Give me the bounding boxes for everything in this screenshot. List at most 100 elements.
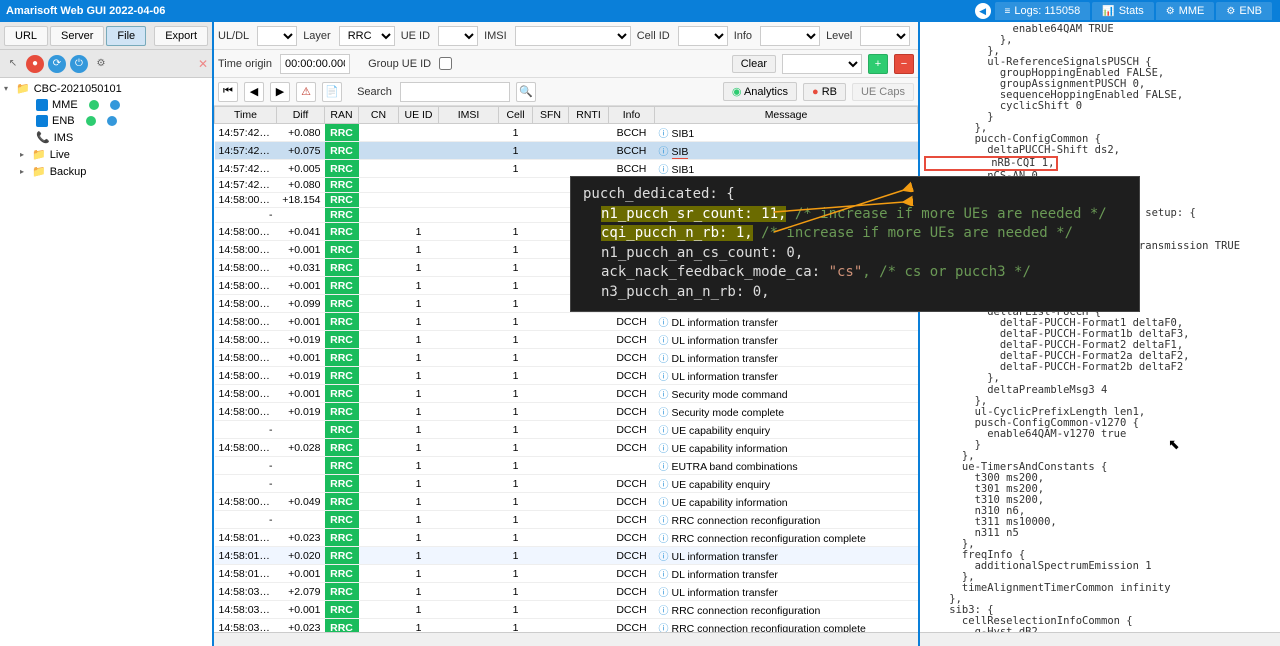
table-row[interactable]: 14:57:42.440+0.005RRC1BCCHⓘSIB1 [215, 160, 918, 178]
info-icon: ⓘ [659, 426, 669, 437]
table-row[interactable]: 14:58:00.907+0.019RRC11DCCHⓘSecurity mod… [215, 403, 918, 421]
search-label: Search [357, 86, 392, 98]
col-msg[interactable]: Message [655, 107, 918, 124]
tree-ims[interactable]: 📞IMS [0, 129, 212, 146]
record-icon[interactable]: ● [26, 55, 44, 73]
uecaps-button[interactable]: UE Caps [852, 83, 914, 101]
info-icon: ⓘ [659, 588, 669, 599]
message-detail[interactable]: enable64QAM TRUE }, }, ul-ReferenceSigna… [920, 22, 1280, 632]
table-row[interactable]: -RRC11DCCHⓘUE capability enquiry [215, 475, 918, 493]
right-panel: enable64QAM TRUE }, }, ul-ReferenceSigna… [920, 22, 1280, 646]
table-row[interactable]: -RRC11ⓘEUTRA band combinations [215, 457, 918, 475]
group-ueid-checkbox[interactable] [439, 57, 452, 70]
table-row[interactable]: 14:58:03.107+2.079RRC11DCCHⓘUL informati… [215, 583, 918, 601]
tab-enb[interactable]: ⚙ENB [1216, 2, 1272, 20]
imsi-select[interactable] [515, 26, 631, 46]
doc-icon[interactable]: 📄 [322, 82, 342, 102]
table-row[interactable]: 14:58:01.028+0.001RRC11DCCHⓘDL informati… [215, 565, 918, 583]
col-info[interactable]: Info [609, 107, 655, 124]
code-overlay: pucch_dedicated: { n1_pucch_sr_count: 11… [570, 176, 1140, 312]
folder-icon: 📁 [32, 165, 46, 178]
add-icon[interactable]: + [868, 54, 888, 74]
nav-next-icon[interactable]: ▶ [270, 82, 290, 102]
search-button[interactable]: 🔍 [516, 82, 536, 102]
clear-button[interactable]: Clear [732, 55, 776, 73]
export-button[interactable]: Export [154, 26, 208, 46]
chevron-right-icon: ▸ [20, 150, 28, 159]
table-row[interactable]: 14:58:03.108+0.001RRC11DCCHⓘRRC connecti… [215, 601, 918, 619]
uldl-select[interactable] [257, 26, 297, 46]
list-icon: ≡ [1005, 6, 1011, 17]
close-icon[interactable]: ✕ [198, 57, 208, 71]
table-row[interactable]: 14:58:01.007+0.023RRC11DCCHⓘRRC connecti… [215, 529, 918, 547]
table-row[interactable]: 14:58:00.888+0.001RRC11DCCHⓘSecurity mod… [215, 385, 918, 403]
search-input[interactable] [400, 82, 510, 102]
tree-backup[interactable]: ▸📁Backup [0, 163, 212, 180]
tree-root[interactable]: ▾📁CBC-2021050101 [0, 80, 212, 97]
tree-enb[interactable]: ENB [0, 113, 212, 129]
table-row[interactable]: 14:57:42.435+0.075RRC1BCCHⓘSIB [215, 142, 918, 160]
table-row[interactable]: 14:58:03.131+0.023RRC11DCCHⓘRRC connecti… [215, 619, 918, 633]
rb-button[interactable]: ● RB [803, 83, 846, 101]
file-button[interactable]: File [106, 26, 146, 46]
time-origin-input[interactable] [280, 54, 350, 74]
table-row[interactable]: -RRC11DCCHⓘUE capability enquiry [215, 421, 918, 439]
table-row[interactable]: 14:58:01.027+0.020RRC11DCCHⓘUL informati… [215, 547, 918, 565]
phone-icon: 📞 [36, 131, 50, 144]
warning-icon[interactable]: ⚠ [296, 82, 316, 102]
col-time[interactable]: Time [215, 107, 277, 124]
horizontal-scrollbar[interactable] [920, 632, 1280, 646]
clear-select[interactable] [782, 54, 862, 74]
chart-icon: ◉ [732, 86, 742, 98]
refresh-icon[interactable]: ⟳ [48, 55, 66, 73]
table-row[interactable]: 14:58:00.867+0.019RRC11DCCHⓘUL informati… [215, 331, 918, 349]
table-row[interactable]: 14:58:00.868+0.001RRC11DCCHⓘDL informati… [215, 349, 918, 367]
ueid-label: UE ID [401, 30, 430, 42]
tab-logs[interactable]: ≡Logs: 115058 [995, 2, 1091, 20]
col-ran[interactable]: RAN [325, 107, 359, 124]
table-row[interactable]: 14:57:42.360+0.080RRC1BCCHⓘSIB1 [215, 124, 918, 142]
col-cell[interactable]: Cell [499, 107, 533, 124]
nav-first-icon[interactable]: ⏮ [218, 82, 238, 102]
server-button[interactable]: Server [50, 26, 104, 46]
col-rnti[interactable]: RNTI [569, 107, 609, 124]
table-row[interactable]: 14:58:00.848+0.001RRC11DCCHⓘDL informati… [215, 313, 918, 331]
cellid-select[interactable] [678, 26, 728, 46]
code-comment: , /* cs or pucch3 */ [862, 264, 1031, 280]
nav-prev-icon[interactable]: ◀ [244, 82, 264, 102]
power-icon[interactable]: ⏻ [70, 55, 88, 73]
table-row[interactable]: 14:58:00.887+0.019RRC11DCCHⓘUL informati… [215, 367, 918, 385]
ueid-select[interactable] [438, 26, 478, 46]
top-bar: Amarisoft Web GUI 2022-04-06 ◀ ≡Logs: 11… [0, 0, 1280, 22]
remove-icon[interactable]: − [894, 54, 914, 74]
tab-mme[interactable]: ⚙MME [1156, 2, 1215, 20]
tab-stats[interactable]: 📊Stats [1092, 2, 1154, 20]
info-icon: ⓘ [659, 354, 669, 365]
settings-icon[interactable]: ⚙ [92, 55, 110, 73]
collapse-left-icon[interactable]: ◀ [975, 3, 991, 19]
col-sfn[interactable]: SFN [533, 107, 569, 124]
info-icon: ⓘ [659, 552, 669, 563]
level-select[interactable] [860, 26, 910, 46]
col-cn[interactable]: CN [359, 107, 399, 124]
tree-live[interactable]: ▸📁Live [0, 146, 212, 163]
code-line: pucch_dedicated: { [583, 186, 735, 202]
horizontal-scrollbar[interactable] [214, 632, 918, 646]
chevron-down-icon: ▾ [4, 84, 12, 93]
filter-row-2: Time origin Group UE ID Clear + − [214, 50, 918, 78]
mid-panel: UL/DL LayerRRC UE ID IMSI Cell ID Info L… [214, 22, 920, 646]
info-icon: ⓘ [659, 534, 669, 545]
url-button[interactable]: URL [4, 26, 48, 46]
col-diff[interactable]: Diff [277, 107, 325, 124]
table-row[interactable]: 14:58:00.935+0.028RRC11DCCHⓘUE capabilit… [215, 439, 918, 457]
col-imsi[interactable]: IMSI [439, 107, 499, 124]
info-select[interactable] [760, 26, 820, 46]
table-row[interactable]: 14:58:00.984+0.049RRC11DCCHⓘUE capabilit… [215, 493, 918, 511]
col-ueid[interactable]: UE ID [399, 107, 439, 124]
analytics-button[interactable]: ◉ Analytics [723, 82, 797, 101]
info-icon: ⓘ [659, 462, 669, 473]
table-row[interactable]: -RRC11DCCHⓘRRC connection reconfiguratio… [215, 511, 918, 529]
pointer-icon[interactable]: ↖ [4, 55, 22, 73]
tree-mme[interactable]: MME [0, 97, 212, 113]
layer-select[interactable]: RRC [339, 26, 395, 46]
